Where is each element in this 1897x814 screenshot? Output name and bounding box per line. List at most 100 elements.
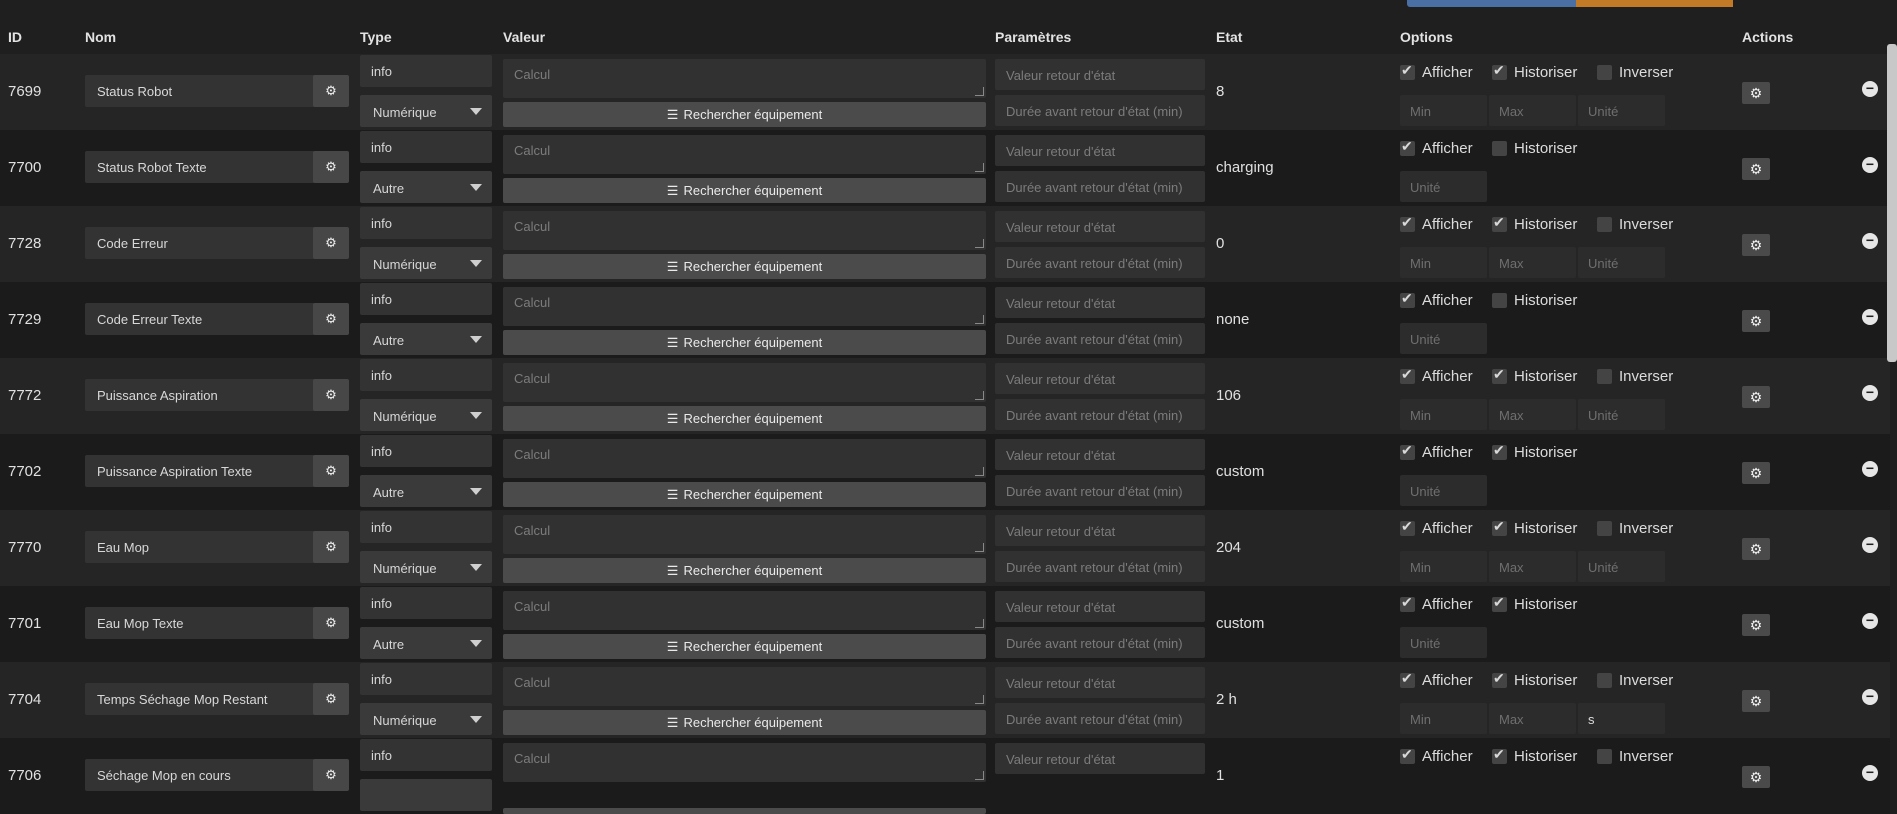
afficher-checkbox[interactable]	[1400, 62, 1415, 80]
historiser-option[interactable]: Historiser	[1492, 442, 1577, 461]
calcul-textarea[interactable]: Calcul	[503, 363, 986, 402]
configure-icon-button[interactable]: ⚙	[313, 683, 349, 715]
afficher-checkbox[interactable]	[1400, 518, 1415, 536]
historiser-option[interactable]: Historiser	[1492, 594, 1577, 613]
configure-icon-button[interactable]: ⚙	[313, 303, 349, 335]
unite-input[interactable]: Unité	[1400, 323, 1487, 354]
duree-retour-input[interactable]: Durée avant retour d'état (min)	[995, 323, 1205, 354]
command-name-input[interactable]: Puissance Aspiration	[85, 379, 315, 411]
configure-icon-button[interactable]: ⚙	[313, 759, 349, 791]
unite-input[interactable]: Unité	[1578, 551, 1665, 582]
duree-retour-input[interactable]: Durée avant retour d'état (min)	[995, 703, 1205, 734]
min-input[interactable]: Min	[1400, 703, 1487, 734]
command-name-input[interactable]: Status Robot Texte	[85, 151, 315, 183]
max-input[interactable]: Max	[1489, 399, 1576, 430]
valeur-retour-input[interactable]: Valeur retour d'état	[995, 135, 1205, 166]
resize-grip-icon[interactable]	[975, 695, 984, 704]
rechercher-equipement-button[interactable]	[503, 808, 986, 814]
duree-retour-input[interactable]: Durée avant retour d'état (min)	[995, 475, 1205, 506]
historiser-checkbox[interactable]	[1492, 594, 1507, 612]
inverser-option[interactable]: Inverser	[1597, 672, 1673, 689]
afficher-checkbox[interactable]	[1400, 214, 1415, 232]
rechercher-equipement-button[interactable]: ☰ Rechercher équipement	[503, 710, 986, 735]
subtype-select[interactable]: Numérique	[360, 95, 492, 127]
gears-icon-button[interactable]: ⚙	[1742, 538, 1770, 560]
command-name-input[interactable]: Eau Mop	[85, 531, 315, 563]
type-field[interactable]: info	[360, 359, 492, 391]
remove-icon-button[interactable]: −	[1862, 537, 1878, 553]
top-blue-button[interactable]	[1407, 0, 1576, 7]
scrollbar[interactable]	[1887, 44, 1897, 362]
calcul-textarea[interactable]: Calcul	[503, 211, 986, 250]
max-input[interactable]: Max	[1489, 247, 1576, 278]
gears-icon-button[interactable]: ⚙	[1742, 158, 1770, 180]
command-name-input[interactable]: Puissance Aspiration Texte	[85, 455, 315, 487]
unite-input[interactable]: Unité	[1578, 247, 1665, 278]
remove-icon-button[interactable]: −	[1862, 613, 1878, 629]
resize-grip-icon[interactable]	[975, 467, 984, 476]
calcul-textarea[interactable]: Calcul	[503, 439, 986, 478]
subtype-select[interactable]: Autre	[360, 171, 492, 203]
inverser-option[interactable]: Inverser	[1597, 748, 1673, 765]
historiser-option[interactable]: Historiser	[1492, 746, 1577, 765]
subtype-select[interactable]	[360, 779, 492, 811]
configure-icon-button[interactable]: ⚙	[313, 227, 349, 259]
historiser-checkbox[interactable]	[1492, 141, 1507, 156]
calcul-textarea[interactable]: Calcul	[503, 135, 986, 174]
afficher-option[interactable]: Afficher	[1400, 746, 1473, 765]
rechercher-equipement-button[interactable]: ☰ Rechercher équipement	[503, 254, 986, 279]
type-field[interactable]: info	[360, 131, 492, 163]
configure-icon-button[interactable]: ⚙	[313, 151, 349, 183]
unite-input[interactable]: Unité	[1400, 627, 1487, 658]
configure-icon-button[interactable]: ⚙	[313, 607, 349, 639]
historiser-option[interactable]: Historiser	[1492, 670, 1577, 689]
historiser-option[interactable]: Historiser	[1492, 214, 1577, 233]
command-name-input[interactable]: Eau Mop Texte	[85, 607, 315, 639]
configure-icon-button[interactable]: ⚙	[313, 531, 349, 563]
valeur-retour-input[interactable]: Valeur retour d'état	[995, 59, 1205, 90]
remove-icon-button[interactable]: −	[1862, 385, 1878, 401]
inverser-checkbox[interactable]	[1597, 521, 1612, 536]
historiser-checkbox[interactable]	[1492, 293, 1507, 308]
configure-icon-button[interactable]: ⚙	[313, 379, 349, 411]
gears-icon-button[interactable]: ⚙	[1742, 690, 1770, 712]
command-name-input[interactable]: Code Erreur	[85, 227, 315, 259]
gears-icon-button[interactable]: ⚙	[1742, 614, 1770, 636]
afficher-option[interactable]: Afficher	[1400, 138, 1473, 157]
afficher-checkbox[interactable]	[1400, 442, 1415, 460]
inverser-checkbox[interactable]	[1597, 673, 1612, 688]
historiser-checkbox[interactable]	[1492, 214, 1507, 232]
resize-grip-icon[interactable]	[975, 163, 984, 172]
inverser-option[interactable]: Inverser	[1597, 216, 1673, 233]
inverser-option[interactable]: Inverser	[1597, 520, 1673, 537]
rechercher-equipement-button[interactable]: ☰ Rechercher équipement	[503, 178, 986, 203]
remove-icon-button[interactable]: −	[1862, 157, 1878, 173]
subtype-select[interactable]: Autre	[360, 475, 492, 507]
afficher-option[interactable]: Afficher	[1400, 214, 1473, 233]
resize-grip-icon[interactable]	[975, 543, 984, 552]
duree-retour-input[interactable]: Durée avant retour d'état (min)	[995, 551, 1205, 582]
rechercher-equipement-button[interactable]: ☰ Rechercher équipement	[503, 406, 986, 431]
gears-icon-button[interactable]: ⚙	[1742, 386, 1770, 408]
valeur-retour-input[interactable]: Valeur retour d'état	[995, 515, 1205, 546]
afficher-checkbox[interactable]	[1400, 138, 1415, 156]
afficher-option[interactable]: Afficher	[1400, 442, 1473, 461]
type-field[interactable]: info	[360, 587, 492, 619]
top-orange-button[interactable]	[1576, 0, 1733, 7]
valeur-retour-input[interactable]: Valeur retour d'état	[995, 211, 1205, 242]
rechercher-equipement-button[interactable]: ☰ Rechercher équipement	[503, 558, 986, 583]
historiser-option[interactable]: Historiser	[1492, 140, 1577, 157]
historiser-option[interactable]: Historiser	[1492, 292, 1577, 309]
unite-input[interactable]: Unité	[1578, 95, 1665, 126]
resize-grip-icon[interactable]	[975, 619, 984, 628]
afficher-option[interactable]: Afficher	[1400, 670, 1473, 689]
resize-grip-icon[interactable]	[975, 771, 984, 780]
historiser-checkbox[interactable]	[1492, 366, 1507, 384]
type-field[interactable]: info	[360, 283, 492, 315]
inverser-checkbox[interactable]	[1597, 65, 1612, 80]
duree-retour-input[interactable]: Durée avant retour d'état (min)	[995, 247, 1205, 278]
historiser-checkbox[interactable]	[1492, 62, 1507, 80]
type-field[interactable]: info	[360, 55, 492, 87]
inverser-checkbox[interactable]	[1597, 217, 1612, 232]
configure-icon-button[interactable]: ⚙	[313, 455, 349, 487]
